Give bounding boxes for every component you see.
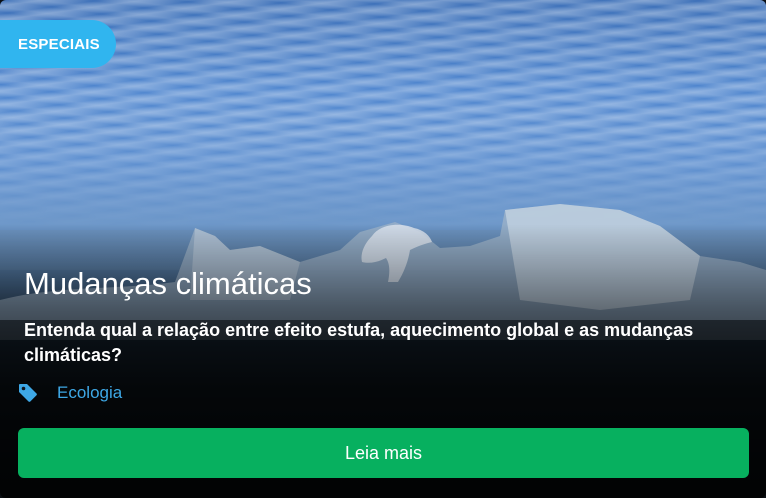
- article-title[interactable]: Mudanças climáticas: [24, 266, 312, 302]
- article-description: Entenda qual a relação entre efeito estu…: [24, 320, 694, 365]
- background-image: [0, 0, 766, 498]
- read-more-button[interactable]: Leia mais: [18, 428, 749, 478]
- tag-icon: [18, 383, 38, 403]
- tag-label[interactable]: Ecologia: [57, 383, 122, 403]
- category-badge-label: ESPECIAIS: [18, 35, 100, 53]
- category-badge[interactable]: ESPECIAIS: [0, 20, 116, 68]
- article-tag[interactable]: Ecologia: [18, 383, 122, 403]
- article-card[interactable]: ESPECIAIS Mudanças climáticas Entenda qu…: [0, 0, 766, 498]
